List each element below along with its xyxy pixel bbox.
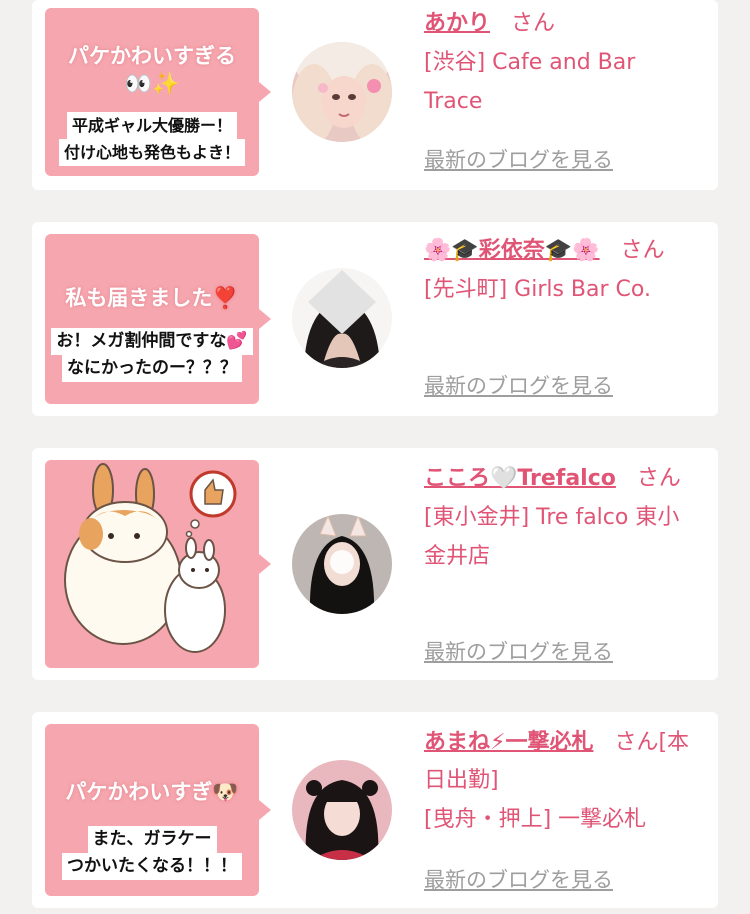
latest-blog-link[interactable]: 最新のブログを見る <box>424 370 613 400</box>
stamp-emoji: 👀✨ <box>124 72 180 97</box>
bunny-thumbs-up-sticker <box>64 463 237 653</box>
cast-name-link[interactable]: こころ🤍Trefalco <box>424 466 616 491</box>
stamp-line: なにかったのー？？？ <box>62 355 242 382</box>
shop-name: [渋谷] Cafe and Bar Trace <box>424 50 636 114</box>
stamp-line: つかいたくなる！！！ <box>62 853 242 880</box>
cast-name-link[interactable]: 🌸🎓彩依奈🎓🌸 <box>424 238 600 263</box>
honorific: さん <box>511 11 556 36</box>
shop-name: [先斗町] Girls Bar Co. <box>424 277 651 302</box>
latest-blog-link[interactable]: 最新のブログを見る <box>424 636 613 666</box>
stamp-text: 平成ギャル大優勝ー！ 付け心地も発色もよき！ <box>45 112 259 166</box>
latest-blog-link[interactable]: 最新のブログを見る <box>424 144 613 174</box>
shop-name: [東小金井] Tre falco 東小金井店 <box>424 505 680 569</box>
shop-name: [曳舟・押上] 一撃必札 <box>424 807 647 832</box>
stamp-message: パケかわいすぎる 👀✨ 平成ギャル大優勝ー！ 付け心地も発色もよき！ <box>45 8 271 176</box>
info-block: こころ🤍Trefalco さん [東小金井] Tre falco 東小金井店 <box>424 460 699 576</box>
honorific: さん <box>614 730 659 755</box>
stamp-line: 平成ギャル大優勝ー！ <box>66 112 237 139</box>
blog-card[interactable]: こころ🤍Trefalco さん [東小金井] Tre falco 東小金井店 最… <box>32 448 718 680</box>
stamp-title: パケかわいすぎ🐶 <box>65 780 239 804</box>
stamp-line: お！メガ割仲間ですな💕 <box>51 328 253 355</box>
honorific: さん <box>636 466 681 491</box>
blog-card[interactable]: パケかわいすぎ🐶 また、ガラケー つかいたくなる！！！ あまね⚡一撃必札 さん[… <box>32 712 718 908</box>
latest-blog-link[interactable]: 最新のブログを見る <box>424 864 613 894</box>
stamp-title: 私も届きました❣️ <box>65 286 239 310</box>
blog-card[interactable]: 私も届きました❣️ お！メガ割仲間ですな💕 なにかったのー？？？ 🌸🎓彩依奈🎓🌸… <box>32 222 718 416</box>
stamp-text: お！メガ割仲間ですな💕 なにかったのー？？？ <box>45 328 259 382</box>
blog-card[interactable]: パケかわいすぎる 👀✨ 平成ギャル大優勝ー！ 付け心地も発色もよき！ あかり さ… <box>32 0 718 190</box>
honorific: さん <box>620 238 665 263</box>
stamp-line: 付け心地も発色もよき！ <box>58 139 245 166</box>
avatar[interactable] <box>292 514 392 614</box>
avatar[interactable] <box>292 42 392 142</box>
stamp-text: また、ガラケー つかいたくなる！！！ <box>45 826 259 880</box>
stamp-line: また、ガラケー <box>87 826 217 853</box>
stamp-image <box>45 460 271 668</box>
cast-name-link[interactable]: あまね⚡一撃必札 <box>424 730 593 755</box>
info-block: あまね⚡一撃必札 さん[本日出勤] [曳舟・押上] 一撃必札 <box>424 724 699 839</box>
avatar[interactable] <box>292 268 392 368</box>
stamp-message: パケかわいすぎ🐶 また、ガラケー つかいたくなる！！！ <box>45 724 271 896</box>
info-block: あかり さん [渋谷] Cafe and Bar Trace <box>424 5 699 121</box>
avatar[interactable] <box>292 760 392 860</box>
stamp-title: パケかわいすぎる <box>68 44 236 68</box>
stamp-message: 私も届きました❣️ お！メガ割仲間ですな💕 なにかったのー？？？ <box>45 234 271 404</box>
cast-name-link[interactable]: あかり <box>424 11 490 36</box>
info-block: 🌸🎓彩依奈🎓🌸 さん [先斗町] Girls Bar Co. <box>424 232 699 309</box>
